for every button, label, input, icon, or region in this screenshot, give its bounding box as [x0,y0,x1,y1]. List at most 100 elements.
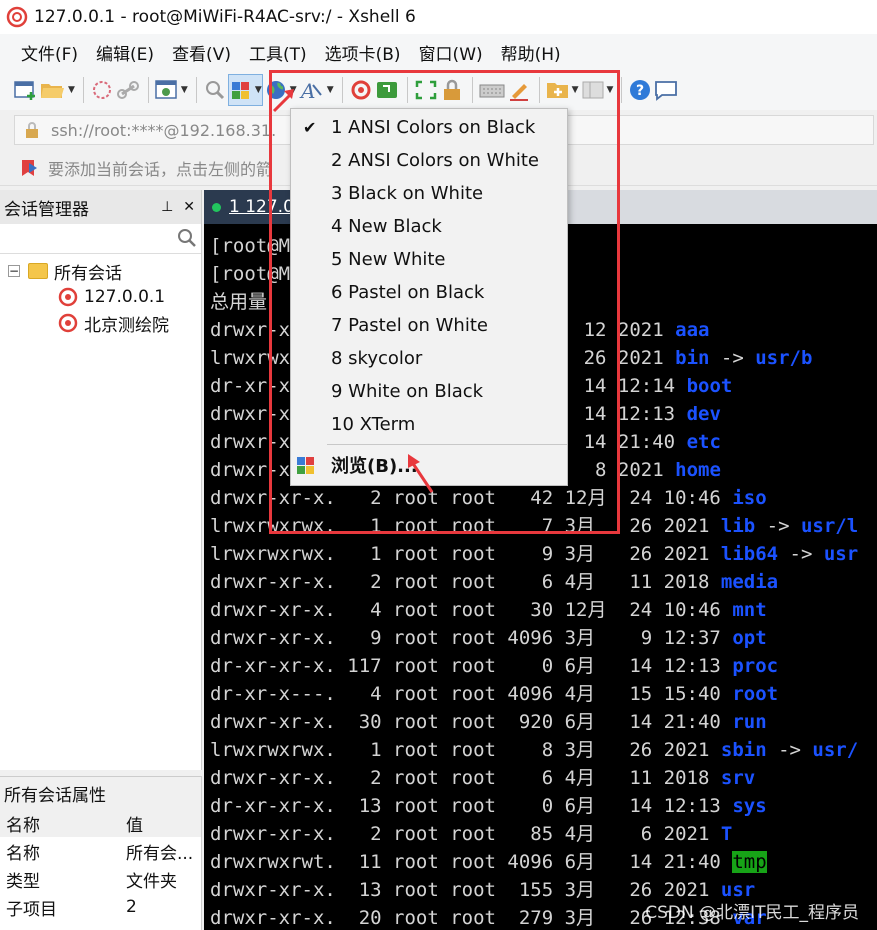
color-scheme-option[interactable]: 9 White on Black [291,375,567,408]
line-text: 总用量 [210,291,268,313]
pin-icon[interactable]: ⊥ [161,199,173,215]
toolbar-separator [195,77,197,103]
fullscreen-button[interactable] [414,75,438,105]
chevron-down-icon[interactable]: ▼ [607,85,614,95]
chevron-down-icon[interactable]: ▼ [327,85,334,95]
terminal-line: drwxr-xr-x. 2 root root 85 4月 6 2021 T [210,820,877,848]
property-value: 2 [126,897,137,917]
properties-row: 类型 文件夹 [0,865,201,893]
option-label: 4 New Black [331,216,442,237]
toolbar: ▼ ▼ ▼ ▼ A ▼ [0,70,877,110]
line-text: dr-xr-x---. 4 root root 4096 4月 15 15:40 [210,683,733,705]
menu-separator [327,444,567,445]
highlight-button[interactable] [507,75,531,105]
new-folder-button[interactable]: ▼ [546,75,579,105]
toolbar-separator [471,77,473,103]
tree-root-all-sessions[interactable]: − 所有会话 [0,258,201,284]
layout-button[interactable]: ▼ [581,75,614,105]
find-button[interactable] [203,75,227,105]
menu-help[interactable]: 帮助(H) [492,40,570,65]
color-scheme-dropdown: ✔ 1 ANSI Colors on Black 2 ANSI Colors on … [290,108,568,486]
font-button[interactable]: A ▼ [299,75,334,105]
xftp-button[interactable] [375,75,399,105]
lock-icon [26,122,38,138]
line-text: drwxr-xr-x. 2 root root 6 4月 11 2018 [210,767,721,789]
title-bar: 127.0.0.1 - root@MiWiFi-R4AC-srv:/ - Xsh… [0,0,877,34]
chat-icon [655,81,678,101]
xshell-icon [351,80,371,100]
terminal-line: dr-xr-xr-x. 13 root root 0 6月 14 12:13 s… [210,792,877,820]
lock-button[interactable] [440,75,464,105]
color-scheme-option[interactable]: 7 Pastel on White [291,309,567,342]
terminal-line: dr-xr-x---. 4 root root 4096 4月 15 15:40… [210,680,877,708]
session-icon [58,287,78,307]
color-scheme-option[interactable]: 3 Black on White [291,177,567,210]
hint-text: 要添加当前会话，点击左侧的箭 [48,159,273,179]
entry-name: tmp [732,851,767,873]
tab-session-1[interactable]: 1 127.0. [204,190,304,224]
property-name: 子项目 [6,899,57,920]
color-scheme-option[interactable]: 2 ANSI Colors on White [291,144,567,177]
link-target: usr/l [800,515,859,537]
bookmark-icon [22,159,37,176]
menu-edit[interactable]: 编辑(E) [87,40,163,65]
toolbar-separator [82,77,84,103]
properties-button[interactable]: ▼ [155,75,188,105]
option-label: 10 XTerm [331,414,416,435]
line-suffix: -> [709,347,756,369]
menu-window[interactable]: 窗口(W) [410,40,492,65]
new-session-button[interactable] [14,75,38,105]
color-scheme-option[interactable]: 8 skycolor [291,342,567,375]
chevron-down-icon[interactable]: ▼ [181,85,188,95]
property-name: 名称 [6,843,40,864]
color-scheme-option[interactable]: 5 New White [291,243,567,276]
session-manager-title: 会话管理器 [4,199,89,220]
close-icon[interactable]: ✕ [183,199,195,215]
chat-button[interactable] [654,75,678,105]
chevron-down-icon[interactable]: ▼ [572,85,579,95]
menu-file[interactable]: 文件(F) [12,40,87,65]
search-icon[interactable] [177,228,197,248]
line-text: drwxr-xr-x. 9 root root 4096 3月 9 12:37 [210,627,733,649]
disconnect-button[interactable] [90,75,114,105]
menu-tools[interactable]: 工具(T) [240,40,316,65]
help-button[interactable]: ? [628,75,652,105]
open-button[interactable]: ▼ [40,75,75,105]
checkmark-icon: ✔ [303,118,317,137]
entry-name: sbin [720,739,767,761]
collapse-icon[interactable]: − [8,265,20,277]
chevron-down-icon[interactable]: ▼ [68,85,75,95]
entry-name: T [720,823,733,845]
menu-view[interactable]: 查看(V) [163,40,240,65]
keyboard-button[interactable] [479,75,505,105]
menu-tabs[interactable]: 选项卡(B) [316,40,410,65]
terminal-line: lrwxrwxrwx. 1 root root 9 3月 26 2021 lib… [210,540,877,568]
reconnect-button[interactable] [116,75,140,105]
link-target: usr/ [812,739,859,761]
tree-item-label: 127.0.0.1 [84,287,166,307]
session-properties-panel: 所有会话属性 名称 值 名称 所有会... 类型 文件夹 子项目 2 [0,776,202,930]
toolbar-separator [406,77,408,103]
option-label: 7 Pastel on White [331,315,488,336]
xshell-button[interactable] [349,75,373,105]
chevron-down-icon[interactable]: ▼ [255,85,262,95]
red-arrow-icon [408,454,434,493]
color-scheme-button[interactable]: ▼ [227,74,263,106]
line-text: drwxr-xr-x. 2 root root 6 4月 11 2018 [210,571,721,593]
entry-name: sys [732,795,767,817]
terminal-line: lrwxrwxrwx. 1 root root 7 3月 26 2021 lib… [210,512,877,540]
font-icon: A [299,79,322,101]
tree-item-session[interactable]: 127.0.0.1 [0,284,201,310]
xshell-logo-icon [6,6,28,28]
color-scheme-option[interactable]: 4 New Black [291,210,567,243]
option-label: 1 ANSI Colors on Black [331,117,536,138]
session-icon [58,313,78,333]
help-icon: ? [630,80,651,100]
color-scheme-option[interactable]: 10 XTerm [291,408,567,441]
svg-text:?: ? [636,83,644,99]
color-scheme-option[interactable]: ✔ 1 ANSI Colors on Black [291,111,567,144]
keyboard-icon [479,84,505,98]
tree-item-session[interactable]: 北京测绘院 [0,310,201,336]
color-scheme-option[interactable]: 6 Pastel on Black [291,276,567,309]
session-search-input[interactable] [0,224,201,254]
